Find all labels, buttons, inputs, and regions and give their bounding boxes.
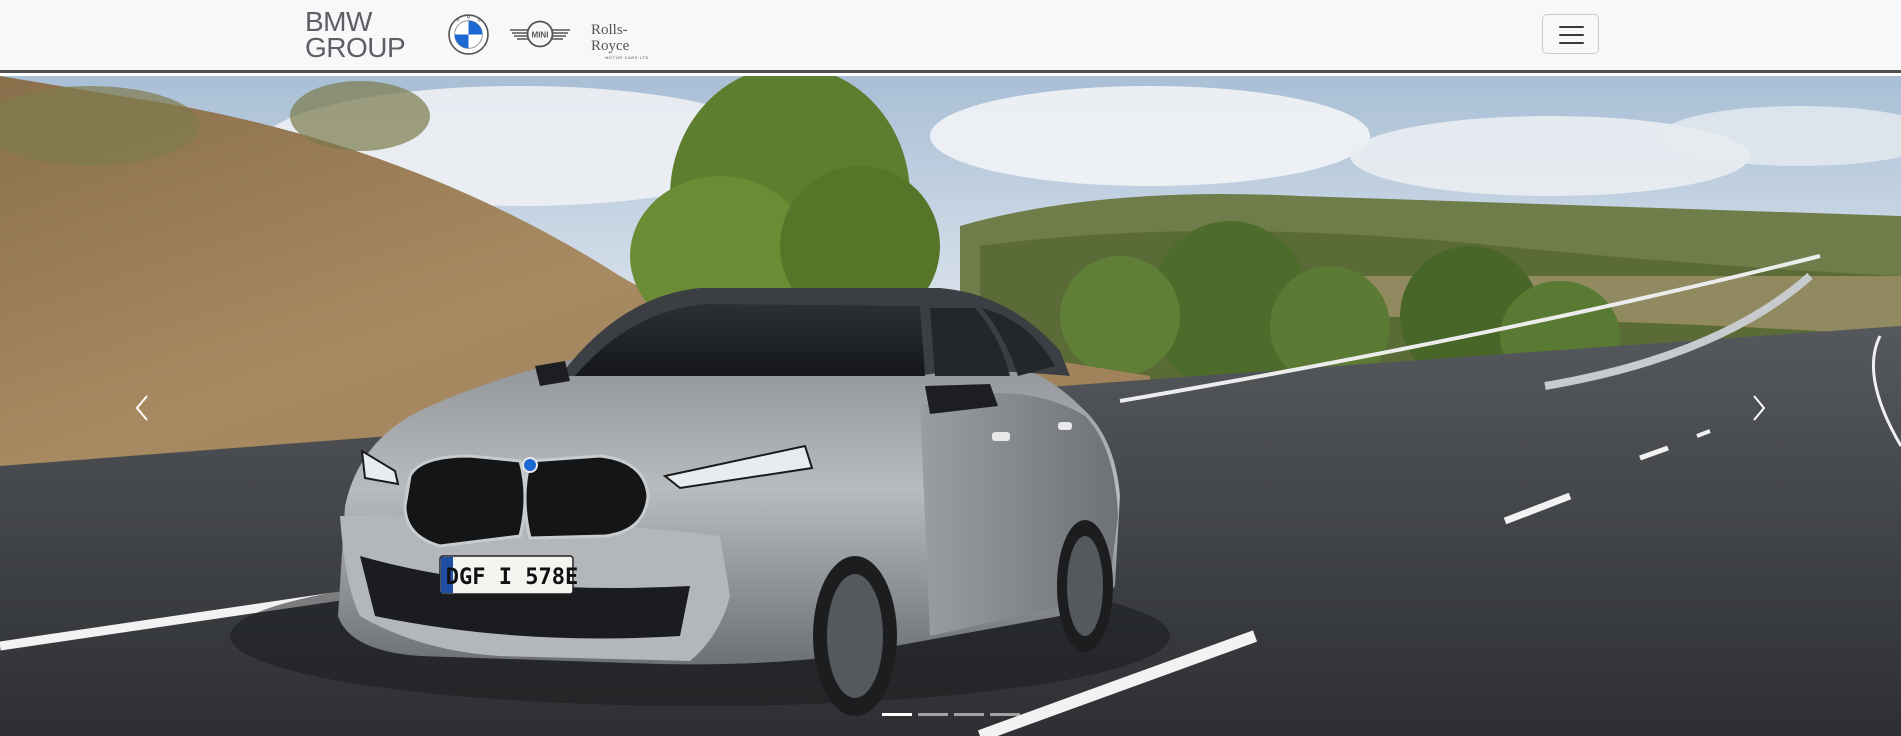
- indicator-slide-2[interactable]: [918, 713, 948, 716]
- license-plate-text: DGF I 578E: [446, 565, 578, 590]
- bmw-group-wordmark[interactable]: BMW GROUP: [305, 8, 406, 63]
- hero-image: DGF I 578E: [0, 76, 1901, 736]
- chevron-left-icon: [135, 395, 148, 421]
- menu-toggle-button[interactable]: [1542, 14, 1599, 54]
- carousel-next-button[interactable]: [1740, 386, 1776, 430]
- bmw-logo[interactable]: B M W: [448, 14, 489, 55]
- chevron-right-icon: [1753, 395, 1766, 421]
- brand-line-2: GROUP: [305, 32, 406, 63]
- indicator-slide-4[interactable]: [990, 713, 1020, 716]
- carousel-prev-button[interactable]: [125, 386, 161, 430]
- top-navbar: BMW GROUP B M W MINI Rolls-Royce MOTOR C…: [0, 0, 1901, 73]
- hero-carousel[interactable]: DGF I 578E: [0, 76, 1901, 736]
- svg-text:M: M: [467, 14, 471, 19]
- svg-text:MINI: MINI: [532, 31, 549, 40]
- rolls-royce-logo[interactable]: Rolls-Royce MOTOR CARS LTD: [591, 22, 663, 60]
- indicator-slide-3[interactable]: [954, 713, 984, 716]
- indicator-slide-1[interactable]: [882, 713, 912, 716]
- carousel-indicators: [882, 711, 1020, 719]
- rolls-royce-wordmark: Rolls-Royce: [591, 22, 630, 54]
- mini-logo[interactable]: MINI: [508, 19, 572, 49]
- rolls-royce-subtext: MOTOR CARS LTD: [605, 55, 649, 60]
